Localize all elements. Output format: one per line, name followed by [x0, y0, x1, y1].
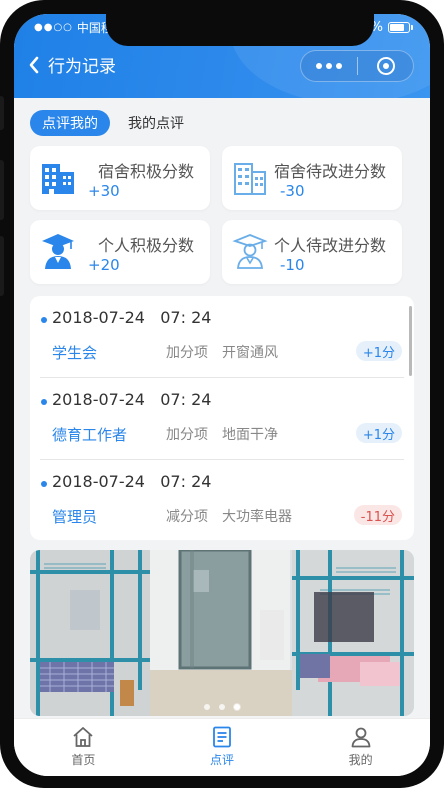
battery-icon — [388, 21, 413, 33]
points-badge: -11分 — [353, 505, 402, 525]
target-dot — [382, 63, 389, 69]
target-icon — [376, 57, 395, 75]
carousel-dot[interactable] — [219, 704, 225, 710]
building-outline-icon — [234, 163, 266, 195]
carousel-dot-active[interactable] — [234, 704, 240, 710]
score-card-personal-positive[interactable]: 个人积极分数 +20 — [30, 220, 210, 284]
record-list[interactable]: 2018-07-24 07: 24 学生会 加分项 开窗通风 +1分 2018-… — [30, 296, 414, 540]
graduate-outline-icon — [232, 234, 268, 269]
more-dots-icon — [316, 63, 322, 69]
tabbar-review[interactable]: 点评 — [153, 719, 292, 776]
more-dot — [336, 63, 342, 69]
close-miniprogram-button[interactable] — [358, 57, 413, 75]
score-value: +20 — [88, 256, 120, 274]
record-datetime: 2018-07-24 07: 24 — [52, 390, 212, 409]
record-reviewer: 管理员 — [52, 508, 98, 526]
carousel-indicators — [30, 704, 414, 710]
score-value: -30 — [280, 182, 305, 200]
more-button[interactable] — [301, 51, 357, 81]
tabbar-home[interactable]: 首页 — [14, 719, 153, 776]
score-value: -10 — [280, 256, 305, 274]
score-label: 个人待改进分数 — [273, 236, 386, 255]
bullet-dot — [41, 481, 47, 487]
segment-tabs: 点评我的 我的点评 — [30, 110, 196, 136]
banner-carousel[interactable] — [30, 550, 414, 716]
score-value: +30 — [88, 182, 120, 200]
volume-up-button — [0, 160, 4, 220]
mute-switch — [0, 96, 4, 130]
user-icon — [351, 727, 371, 748]
record-item[interactable]: 2018-07-24 07: 24 德育工作者 加分项 地面干净 +1分 — [30, 378, 414, 460]
tabbar-label: 我的 — [348, 753, 373, 767]
dorm-room-photo — [30, 550, 414, 716]
record-reason: 开窗通风 — [222, 345, 278, 361]
record-datetime: 2018-07-24 07: 24 — [52, 472, 212, 491]
screen: ●●○○ 中国移 80% 行为记录 — [14, 14, 430, 776]
page-title: 行为记录 — [48, 57, 116, 77]
record-item[interactable]: 2018-07-24 07: 24 学生会 加分项 开窗通风 +1分 — [30, 296, 414, 378]
notch — [106, 14, 374, 46]
signal-icon: ●●○○ — [34, 21, 73, 33]
record-reason: 大功率电器 — [222, 509, 292, 525]
tabbar-label: 点评 — [210, 753, 235, 767]
building-icon — [42, 164, 74, 194]
record-type: 加分项 — [166, 345, 208, 361]
score-label: 宿舍积极分数 — [97, 162, 194, 181]
points-badge: +1分 — [355, 423, 402, 443]
chevron-left-icon — [29, 56, 39, 73]
back-button[interactable]: 行为记录 — [28, 52, 116, 77]
capsule-divider — [357, 57, 358, 75]
bottom-tabbar: 首页 点评 我的 — [14, 718, 430, 776]
record-item[interactable]: 2018-07-24 07: 24 管理员 减分项 大功率电器 -11分 — [30, 460, 414, 540]
score-card-dorm-negative[interactable]: 宿舍待改进分数 -30 — [222, 146, 402, 210]
score-card-personal-negative[interactable]: 个人待改进分数 -10 — [222, 220, 402, 284]
tabbar-label: 首页 — [71, 753, 96, 767]
tab-reviews-of-me[interactable]: 点评我的 — [30, 110, 110, 136]
record-datetime: 2018-07-24 07: 24 — [52, 308, 212, 327]
tabbar-mine[interactable]: 我的 — [291, 719, 430, 776]
status-left: ●●○○ 中国移 — [34, 14, 113, 40]
record-type: 加分项 — [166, 427, 208, 443]
list-scrollbar[interactable] — [409, 306, 412, 376]
record-reviewer: 学生会 — [52, 344, 98, 362]
home-icon — [73, 727, 93, 747]
tab-my-reviews[interactable]: 我的点评 — [116, 110, 196, 136]
bullet-dot — [41, 317, 47, 323]
record-type: 减分项 — [166, 509, 208, 525]
score-card-dorm-positive[interactable]: 宿舍积极分数 +30 — [30, 146, 210, 210]
record-reviewer: 德育工作者 — [52, 426, 128, 444]
record-reason: 地面干净 — [222, 427, 278, 443]
score-label: 个人积极分数 — [97, 236, 194, 255]
carousel-dot[interactable] — [204, 704, 210, 710]
bullet-dot — [41, 399, 47, 405]
volume-down-button — [0, 236, 4, 296]
document-icon — [213, 726, 231, 748]
phone-frame: ●●○○ 中国移 80% 行为记录 — [0, 0, 444, 788]
points-badge: +1分 — [355, 341, 402, 361]
more-dot — [326, 63, 332, 69]
graduate-icon — [42, 234, 74, 269]
miniprogram-capsule — [300, 50, 414, 82]
score-label: 宿舍待改进分数 — [273, 162, 386, 181]
